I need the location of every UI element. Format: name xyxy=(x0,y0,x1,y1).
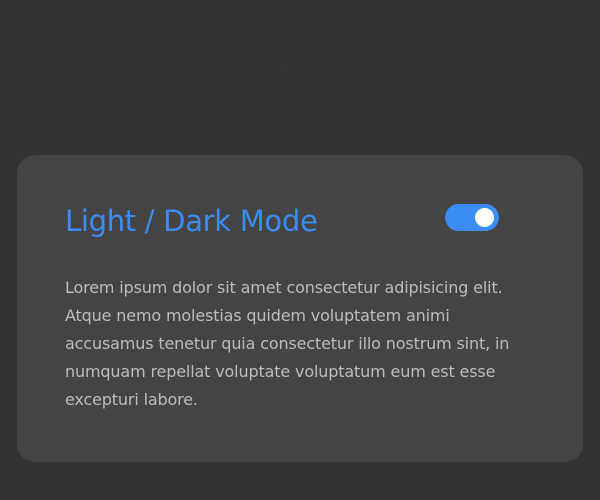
card-title: Light / Dark Mode xyxy=(65,204,318,238)
moon-icon xyxy=(272,9,337,83)
dark-mode-toggle[interactable] xyxy=(445,204,499,231)
theme-card: Light / Dark Mode Lorem ipsum dolor sit … xyxy=(17,155,583,462)
card-description: Lorem ipsum dolor sit amet consectetur a… xyxy=(65,278,510,409)
toggle-knob xyxy=(475,208,494,227)
